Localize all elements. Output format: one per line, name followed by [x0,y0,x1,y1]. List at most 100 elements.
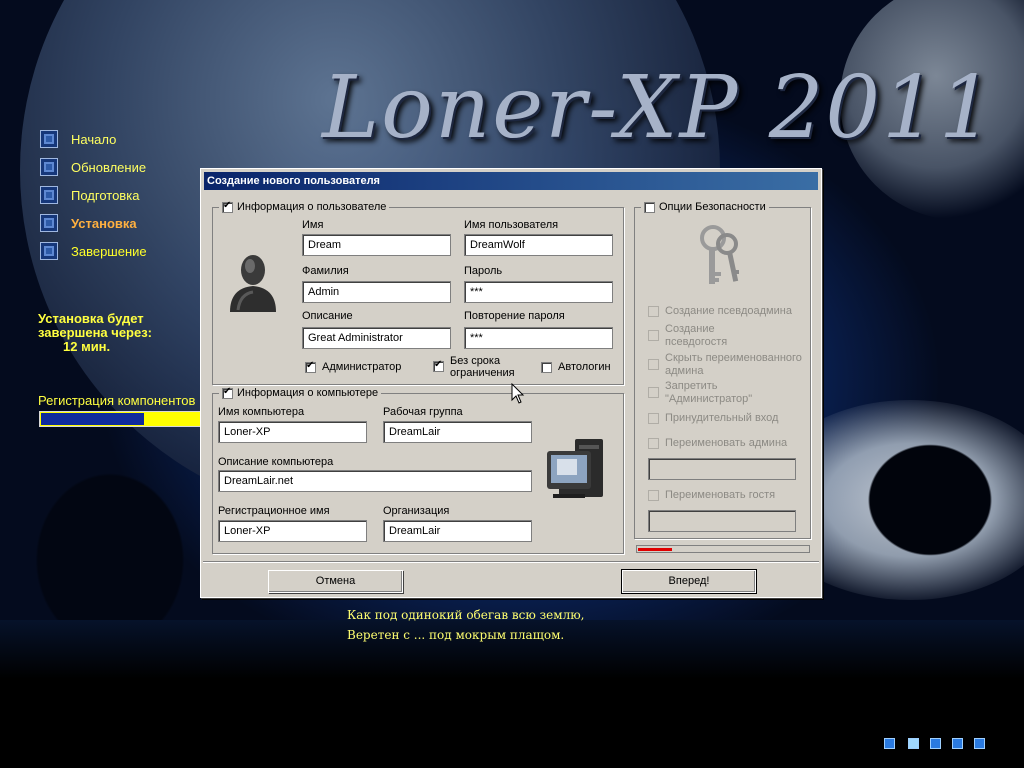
dialog-progress-fill [638,548,672,551]
computer-info-header[interactable]: Информация о компьютере [219,386,382,400]
step-icon [40,130,58,148]
keys-icon [700,225,739,284]
step-prepare: Подготовка [40,184,200,206]
create-pseudo-admin-option[interactable]: Создание псевдоадмина [648,305,813,318]
no-expire-label-line: Без срока [450,355,501,367]
no-expire-option[interactable]: Без срока ограничения [433,355,515,379]
step-label: Обновление [71,159,147,175]
option-label: Переименовать гостя [665,489,776,501]
step-install: Установка [40,212,200,234]
username-field[interactable]: DreamWolf [464,234,613,256]
administrator-option[interactable]: Администратор [305,360,402,373]
dialog-progress [636,545,810,553]
confirm-password-field[interactable]: *** [464,327,613,349]
no-expire-checkbox[interactable] [433,359,444,372]
administrator-label: Администратор [322,361,402,373]
option-label: Создание псевдоадмина [665,305,792,317]
option-checkbox[interactable] [648,490,659,501]
step-label: Подготовка [71,187,140,203]
cancel-button[interactable]: Отмена [268,570,403,593]
autologin-option[interactable]: Автологин [541,361,611,373]
option-checkbox[interactable] [648,438,659,449]
username-label: Имя пользователя [464,219,559,231]
registration-label: Регистрация компонентов [38,393,196,408]
security-label: Опции Безопасности [659,201,766,213]
user-avatar-icon [230,255,276,312]
step-label: Завершение [71,243,147,259]
computer-icon [547,439,603,498]
option-checkbox[interactable] [648,359,659,370]
dialog-separator [203,561,819,563]
autologin-checkbox[interactable] [541,361,552,373]
security-checkbox[interactable] [644,201,655,213]
last-name-field[interactable]: Admin [302,281,451,303]
password-field[interactable]: *** [464,281,613,303]
option-checkbox[interactable] [648,330,659,341]
computer-info-label: Информация о компьютере [237,387,379,399]
option-label: Запретить "Администратор" [665,380,752,406]
registered-name-field[interactable]: Loner-XP [218,520,367,542]
progress-fill [41,413,144,425]
eta-text: Установка будет завершена через: 12 мин. [38,312,208,354]
administrator-checkbox[interactable] [305,360,316,373]
hide-renamed-admin-option[interactable]: Скрыть переименованного админа [648,352,813,378]
dialog-title: Создание нового пользователя [204,172,818,190]
organization-field[interactable]: DreamLair [383,520,532,542]
rename-guest-field[interactable] [648,510,796,532]
description-field[interactable]: Great Administrator [302,327,451,349]
create-pseudo-guest-option[interactable]: Создание псевдогостя [648,323,813,349]
workgroup-label: Рабочая группа [383,406,463,418]
step-update: Обновление [40,156,200,178]
first-name-field[interactable]: Dream [302,234,451,256]
mouse-cursor-icon [511,383,525,404]
step-icon [40,242,58,260]
computer-description-label: Описание компьютера [218,456,334,468]
computer-info-checkbox[interactable] [222,386,233,399]
confirm-password-label: Повторение пароля [464,310,565,322]
autologin-label: Автологин [558,361,611,373]
organization-label: Организация [383,505,450,517]
tray-icon[interactable] [908,738,919,749]
poem-line: Как под одинокий обегав всю землю, [347,608,585,622]
eta-minutes: 12 мин. [63,339,111,354]
option-label-line: "Администратор" [665,393,753,405]
option-label: Принудительный вход [665,412,779,424]
option-label-line: Запретить [665,380,718,392]
user-info-checkbox[interactable] [222,200,233,213]
step-label: Установка [71,215,137,231]
option-label-line: Скрыть переименованного [665,352,802,364]
option-checkbox[interactable] [648,306,659,317]
tray-icon[interactable] [974,738,985,749]
description-label: Описание [302,310,353,322]
force-login-option[interactable]: Принудительный вход [648,412,813,425]
option-label: Переименовать админа [665,437,788,449]
security-header[interactable]: Опции Безопасности [641,200,769,214]
step-icon [40,186,58,204]
tray-icon[interactable] [952,738,963,749]
rename-admin-option[interactable]: Переименовать админа [648,437,813,450]
option-label-line: псевдогостя [665,336,728,348]
no-expire-label-line: ограничения [450,367,515,379]
last-name-label: Фамилия [302,265,349,277]
step-label: Начало [71,131,117,147]
option-checkbox[interactable] [648,387,659,398]
computer-description-field[interactable]: DreamLair.net [218,470,532,492]
rename-guest-option[interactable]: Переименовать гостя [648,489,813,502]
tray-icon[interactable] [930,738,941,749]
option-label-line: админа [665,365,704,377]
poem-line: Веретен с ... под мокрым плащом. [347,628,565,642]
user-info-label: Информация о пользователе [237,201,387,213]
user-info-header[interactable]: Информация о пользователе [219,200,390,214]
deny-administrator-option[interactable]: Запретить "Администратор" [648,380,813,406]
tray-icon[interactable] [884,738,895,749]
first-name-label: Имя [302,219,324,231]
workgroup-field[interactable]: DreamLair [383,421,532,443]
step-icon [40,214,58,232]
computer-name-field[interactable]: Loner-XP [218,421,367,443]
product-logo: Loner-XP 2011 [322,58,996,158]
option-label: Скрыть переименованного админа [665,352,802,378]
next-button[interactable]: Вперед! [621,569,757,594]
option-checkbox[interactable] [648,413,659,424]
rename-admin-field[interactable] [648,458,796,480]
step-finish: Завершение [40,240,200,262]
